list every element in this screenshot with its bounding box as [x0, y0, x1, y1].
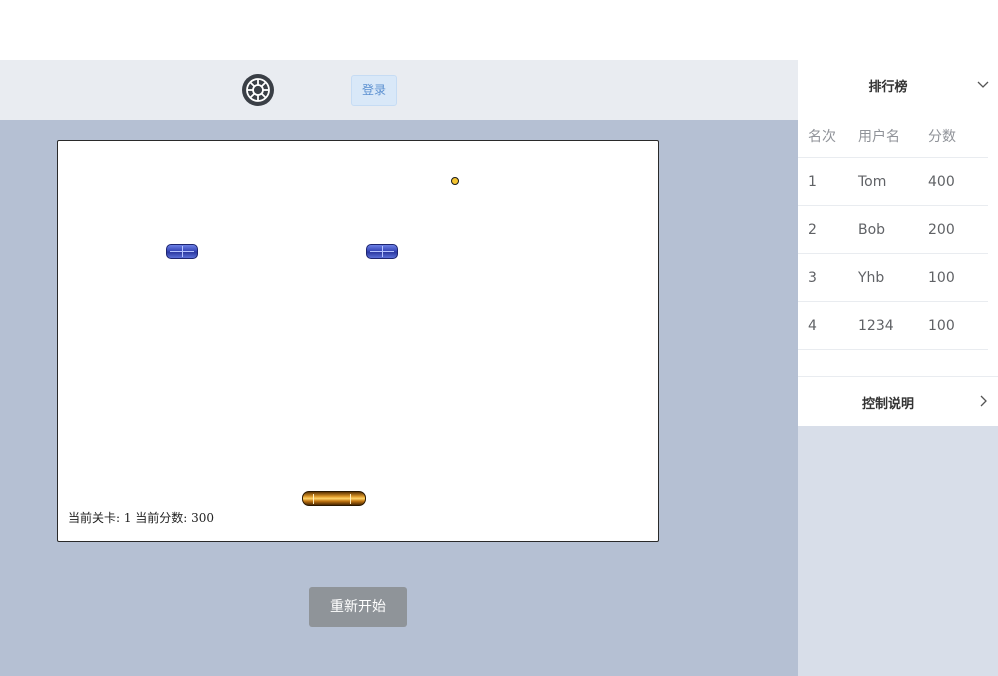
- game-status-text: 当前关卡: 1 当前分数: 300: [68, 511, 215, 525]
- user-cell: Yhb: [858, 270, 885, 286]
- score-cell: 100: [928, 270, 955, 286]
- game-canvas[interactable]: 当前关卡: 1 当前分数: 300: [57, 140, 659, 542]
- paddle[interactable]: [302, 491, 366, 506]
- controls-header[interactable]: 控制说明: [798, 376, 998, 426]
- gear-logo-icon[interactable]: [242, 74, 274, 106]
- table-row: 1 Tom 400: [798, 158, 988, 206]
- controls-title: 控制说明: [861, 397, 914, 412]
- column-header-rank: 名次: [808, 129, 836, 145]
- top-bar: [0, 0, 998, 60]
- chevron-down-icon[interactable]: [976, 77, 990, 91]
- table-row: 2 Bob 200: [798, 206, 988, 254]
- user-cell: Bob: [858, 222, 886, 238]
- table-header-row: 名次 用户名 分数: [798, 110, 988, 158]
- score-cell: 200: [928, 222, 955, 238]
- nav-bar: [0, 60, 798, 120]
- sidebar-panel: 排行榜 名次 用户名 分数 1 Tom 400 2 Bob 200 3 Yhb …: [798, 60, 998, 426]
- ball: [451, 177, 459, 185]
- restart-button[interactable]: 重新开始: [309, 587, 407, 627]
- chevron-right-icon[interactable]: [976, 394, 990, 408]
- leaderboard-title: 排行榜: [868, 80, 908, 95]
- brick: [166, 244, 198, 259]
- leaderboard-table: 名次 用户名 分数 1 Tom 400 2 Bob 200 3 Yhb 100 …: [798, 110, 988, 350]
- brick: [366, 244, 398, 259]
- column-header-score: 分数: [928, 129, 956, 145]
- rank-cell: 3: [808, 270, 817, 286]
- rank-cell: 4: [808, 318, 817, 334]
- table-row: 3 Yhb 100: [798, 254, 988, 302]
- column-header-user: 用户名: [858, 129, 900, 145]
- user-cell: Tom: [858, 174, 887, 190]
- score-cell: 100: [928, 318, 955, 334]
- score-cell: 400: [928, 174, 955, 190]
- user-cell: 1234: [858, 318, 894, 334]
- rank-cell: 1: [808, 174, 817, 190]
- rank-cell: 2: [808, 222, 817, 238]
- login-button[interactable]: 登录: [351, 75, 397, 106]
- leaderboard-header[interactable]: 排行榜: [798, 60, 998, 110]
- table-row: 4 1234 100: [798, 302, 988, 350]
